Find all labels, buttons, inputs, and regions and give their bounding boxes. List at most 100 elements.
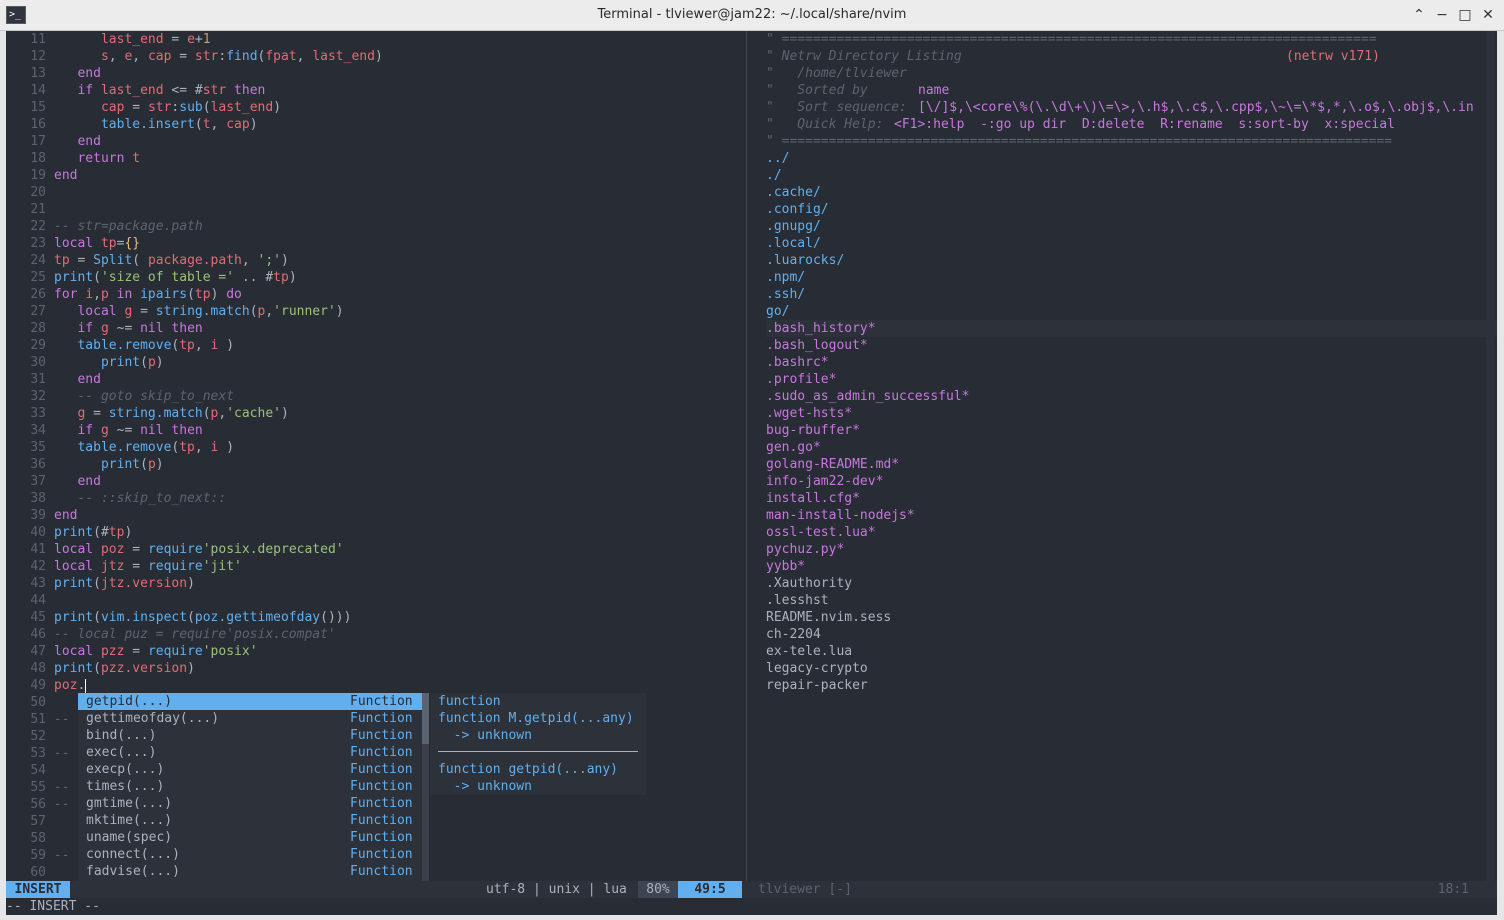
- split-divider[interactable]: [746, 31, 747, 881]
- netrw-entry[interactable]: .ssh/: [766, 286, 805, 303]
- code-text: local poz = require'posix.deprecated': [54, 542, 344, 557]
- code-text: -- goto skip_to_next: [77, 389, 235, 404]
- window-titlebar[interactable]: >_ Terminal - tlviewer@jam22: ~/.local/s…: [0, 0, 1504, 31]
- line-number: 36: [30, 457, 46, 472]
- netrw-entry[interactable]: legacy-crypto: [766, 660, 868, 677]
- netrw-entry[interactable]: man-install-nodejs*: [766, 507, 915, 524]
- netrw-entry[interactable]: .sudo_as_admin_successful*: [766, 388, 970, 405]
- completion-kind: Function: [350, 813, 413, 828]
- completion-kind: Function: [350, 728, 413, 743]
- line-number: 43: [30, 576, 46, 591]
- minimize-button[interactable]: −: [1432, 5, 1452, 25]
- completion-item[interactable]: gmtime(...) Function: [78, 795, 422, 812]
- netrw-entry[interactable]: ossl-test.lua*: [766, 524, 876, 541]
- line-number: 30: [30, 355, 46, 370]
- netrw-entry[interactable]: .lesshst: [766, 592, 829, 609]
- code-text: --: [54, 797, 70, 812]
- maximize-button[interactable]: □: [1455, 5, 1475, 25]
- terminal-area[interactable]: 11 last_end = e+1 12 s, e, cap = str:find…: [6, 31, 1497, 915]
- netrw-entry[interactable]: .bash_logout*: [766, 337, 868, 354]
- netrw-entry[interactable]: .gnupg/: [766, 218, 821, 235]
- line-number: 55: [30, 780, 46, 795]
- mode-indicator: INSERT: [6, 881, 70, 898]
- completion-item[interactable]: mktime(...) Function: [78, 812, 422, 829]
- completion-item[interactable]: connect(...) Function: [78, 846, 422, 863]
- code-text: cap = str:sub(last_end): [100, 100, 282, 115]
- code-text: print('size of table =' .. #tp): [54, 270, 297, 285]
- netrw-entry[interactable]: .wget-hsts*: [766, 405, 852, 422]
- doc-separator: [438, 751, 638, 752]
- completion-item[interactable]: times(...) Function: [78, 778, 422, 795]
- shade-button[interactable]: ⌃: [1409, 5, 1429, 25]
- completion-item[interactable]: getpid(...) Function: [78, 693, 422, 710]
- line-number: 52: [30, 729, 46, 744]
- code-text: -- ::skip_to_next::: [77, 491, 227, 506]
- doc-line: function: [438, 694, 501, 709]
- netrw-entry[interactable]: README.nvim.sess: [766, 609, 891, 626]
- completion-word: mktime(...): [86, 813, 173, 828]
- netrw-entry[interactable]: golang-README.md*: [766, 456, 899, 473]
- netrw-entry[interactable]: .luarocks/: [766, 252, 844, 269]
- code-text: end: [77, 372, 101, 387]
- code-text: if last_end <= #str then: [77, 83, 266, 98]
- code-text: --: [54, 712, 70, 727]
- completion-word: gmtime(...): [86, 796, 173, 811]
- netrw-entry[interactable]: info-jam22-dev*: [766, 473, 883, 490]
- completion-scrollbar-thumb[interactable]: [422, 693, 429, 744]
- netrw-entry[interactable]: yybb*: [766, 558, 805, 575]
- line-number: 29: [30, 338, 46, 353]
- netrw-version: (netrw v171): [1286, 49, 1380, 64]
- netrw-entry[interactable]: .profile*: [766, 371, 836, 388]
- netrw-entry[interactable]: go/: [766, 303, 789, 320]
- netrw-buffer-name: tlviewer [-]: [758, 882, 852, 897]
- line-number: 54: [30, 763, 46, 778]
- line-number: 14: [30, 83, 46, 98]
- command-line[interactable]: -- INSERT --: [6, 898, 1497, 915]
- statusline: INSERT utf-8 | unix | lua 80% 49:5 tlvie…: [6, 881, 1497, 898]
- netrw-entry[interactable]: ex-tele.lua: [766, 643, 852, 660]
- completion-item[interactable]: fadvise(...) Function: [78, 863, 422, 880]
- code-text: poz.: [54, 678, 87, 693]
- netrw-entry[interactable]: ../: [766, 150, 789, 167]
- netrw-entry[interactable]: bug-rbuffer*: [766, 422, 860, 439]
- line-number: 44: [30, 593, 46, 608]
- netrw-entry[interactable]: .local/: [766, 235, 821, 252]
- netrw-entry[interactable]: .config/: [766, 201, 829, 218]
- netrw-entry[interactable]: repair-packer: [766, 677, 868, 694]
- netrw-entry[interactable]: .cache/: [766, 184, 821, 201]
- netrw-entry[interactable]: .Xauthority: [766, 575, 852, 592]
- netrw-scrollbar[interactable]: [1486, 31, 1494, 881]
- netrw-entry[interactable]: .bash_history*: [766, 320, 876, 337]
- completion-item[interactable]: gettimeofday(...) Function: [78, 710, 422, 727]
- netrw-help-value: <F1>:help -:go up dir D:delete R:rename …: [894, 117, 1395, 132]
- netrw-entry[interactable]: .npm/: [766, 269, 805, 286]
- line-number: 27: [30, 304, 46, 319]
- line-number: 53: [30, 746, 46, 761]
- completion-menu[interactable]: getpid(...) Function gettimeofday(...) Func…: [78, 693, 422, 897]
- netrw-rule: " ======================================…: [766, 32, 1377, 47]
- netrw-entry[interactable]: pychuz.py*: [766, 541, 844, 558]
- close-button[interactable]: ✕: [1478, 5, 1498, 25]
- line-number: 32: [30, 389, 46, 404]
- netrw-entry[interactable]: .bashrc*: [766, 354, 829, 371]
- code-text: local tp={}: [54, 236, 141, 251]
- line-number: 56: [30, 797, 46, 812]
- netrw-entry[interactable]: gen.go*: [766, 439, 821, 456]
- line-number: 15: [30, 100, 46, 115]
- completion-item[interactable]: bind(...) Function: [78, 727, 422, 744]
- code-text: table.remove(tp, i ): [77, 440, 235, 455]
- netrw-entry[interactable]: ch-2204: [766, 626, 821, 643]
- code-text: print(#tp): [54, 525, 133, 540]
- code-text: if g ~= nil then: [77, 423, 203, 438]
- netrw-entry[interactable]: install.cfg*: [766, 490, 860, 507]
- completion-item[interactable]: execp(...) Function: [78, 761, 422, 778]
- line-number: 17: [30, 134, 46, 149]
- code-text: -- local puz = require'posix.compat': [54, 627, 336, 642]
- netrw-pane[interactable]: " ======================================…: [766, 31, 1497, 881]
- completion-word: execp(...): [86, 762, 165, 777]
- netrw-entry[interactable]: ./: [766, 167, 782, 184]
- line-number: 31: [30, 372, 46, 387]
- completion-item[interactable]: uname(spec) Function: [78, 829, 422, 846]
- completion-item[interactable]: exec(...) Function: [78, 744, 422, 761]
- code-text: end: [77, 134, 101, 149]
